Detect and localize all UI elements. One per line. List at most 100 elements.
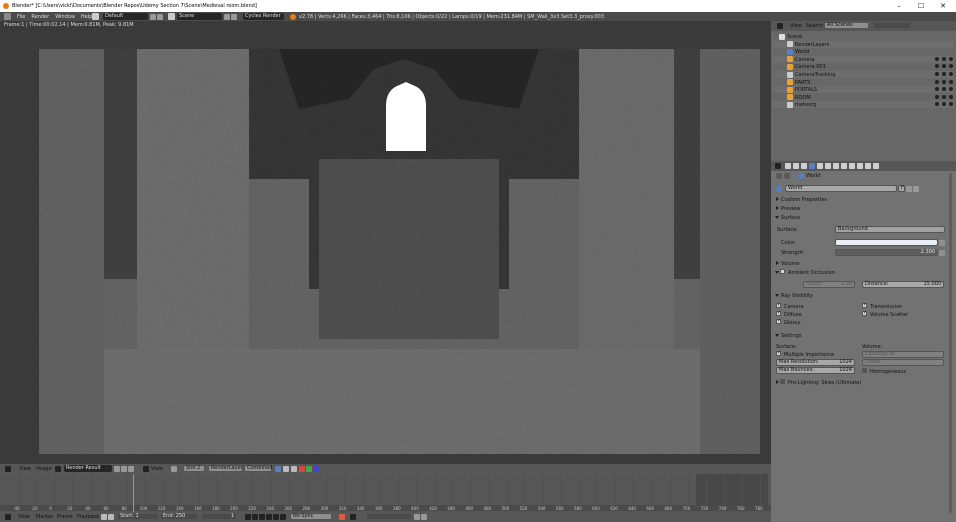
outliner-row[interactable]: Scene [773, 33, 954, 40]
remove-screen-icon[interactable] [157, 14, 163, 20]
volume-sampling-select[interactable]: Equiangular [862, 351, 944, 358]
outliner-row[interactable]: ROOM [773, 94, 954, 101]
delete-keyframe-icon[interactable] [421, 514, 427, 520]
record-icon[interactable] [339, 514, 345, 520]
max-resolution-field[interactable]: Max Resolution: 1024 [776, 359, 855, 366]
ray-glossy-checkbox[interactable]: ✓ [776, 319, 781, 324]
outliner-row[interactable]: PARTS [773, 79, 954, 86]
texture-tab-icon[interactable] [857, 163, 863, 169]
outliner-row[interactable]: PORTALS [773, 86, 954, 94]
add-scene-icon[interactable] [224, 14, 230, 20]
world-name-field[interactable]: World [785, 185, 897, 192]
outliner-menu-view[interactable]: View [790, 23, 802, 29]
display-alpha-icon[interactable] [283, 466, 289, 472]
max-bounces-field[interactable]: Max Bounces: 1024 [776, 367, 855, 374]
scene-select[interactable]: Scene [177, 13, 222, 20]
start-frame-field[interactable]: Start: 1 [117, 513, 159, 520]
image-editor-type-icon[interactable] [5, 466, 11, 472]
menu-file[interactable]: File [14, 14, 28, 20]
pin-context-icon[interactable] [776, 173, 782, 179]
outliner-display-select[interactable]: All Scenes [824, 22, 869, 29]
image-unlink-icon[interactable] [128, 466, 134, 472]
multiple-importance-checkbox[interactable]: ✓ [776, 351, 781, 356]
ray-volume-scatter-checkbox[interactable]: ✓ [862, 311, 867, 316]
panel-ambient-occlusion[interactable]: Ambient Occlusion [788, 270, 835, 276]
lock-range-icon[interactable] [108, 514, 114, 520]
render-camera-icon[interactable] [949, 102, 953, 107]
render-tab-icon[interactable] [785, 163, 791, 169]
timeline-menu-frame[interactable]: Frame [57, 514, 73, 520]
selectable-arrow-icon[interactable] [942, 72, 946, 76]
panel-preview[interactable]: Preview [781, 206, 800, 212]
render-pass-select[interactable]: Combined [244, 465, 272, 472]
view-mode-icon[interactable] [143, 466, 149, 472]
selectable-arrow-icon[interactable] [942, 102, 946, 107]
minimize-button[interactable]: – [888, 0, 910, 12]
remove-scene-icon[interactable] [231, 14, 237, 20]
menu-window[interactable]: Window [52, 14, 78, 20]
image-menu-view[interactable]: View [19, 466, 31, 472]
render-layers-tab-icon[interactable] [793, 163, 799, 169]
pro-lighting-checkbox[interactable] [780, 379, 785, 384]
outliner-menu-search[interactable]: Search [806, 23, 823, 29]
visibility-eye-icon[interactable] [935, 72, 939, 76]
particles-tab-icon[interactable] [865, 163, 871, 169]
add-screen-icon[interactable] [150, 14, 156, 20]
visibility-eye-icon[interactable] [935, 64, 939, 69]
panel-volume[interactable]: Volume [781, 261, 800, 267]
close-button[interactable]: ✕ [932, 0, 954, 12]
ray-transmission-checkbox[interactable]: ✓ [862, 303, 867, 308]
selectable-arrow-icon[interactable] [942, 79, 946, 84]
render-camera-icon[interactable] [949, 79, 953, 84]
outliner-editor-type-icon[interactable] [777, 23, 783, 29]
data-tab-icon[interactable] [841, 163, 847, 169]
prev-key-icon[interactable] [252, 514, 258, 520]
current-frame-field[interactable]: 1 [201, 513, 237, 520]
material-tab-icon[interactable] [849, 163, 855, 169]
timeline-menu-marker[interactable]: Marker [36, 514, 53, 520]
outliner-row[interactable]: Camera [773, 55, 954, 63]
image-new-icon[interactable] [121, 466, 127, 472]
screen-layout-icon[interactable] [92, 13, 99, 20]
ray-diffuse-checkbox[interactable]: ✓ [776, 311, 781, 316]
render-camera-icon[interactable] [949, 87, 953, 92]
maximize-button[interactable]: ☐ [910, 0, 932, 12]
render-result-image[interactable] [39, 49, 760, 454]
ao-factor-field[interactable]: Factor: 1.00 [803, 281, 855, 288]
pin-icon[interactable] [171, 466, 177, 472]
image-fake-user-icon[interactable] [114, 466, 120, 472]
world-fake-user-button[interactable]: F [898, 185, 905, 192]
panel-surface[interactable]: Surface [781, 215, 800, 221]
outliner-row[interactable]: RenderLayers [773, 40, 954, 48]
channel-blue-icon[interactable] [313, 466, 319, 472]
object-tab-icon[interactable] [817, 163, 823, 169]
insert-keyframe-icon[interactable] [414, 514, 420, 520]
selectable-arrow-icon[interactable] [942, 94, 946, 99]
keying-set-icon[interactable] [350, 514, 356, 520]
image-browse-icon[interactable] [55, 466, 61, 472]
outliner-row[interactable]: World [773, 48, 954, 55]
panel-ray-visibility[interactable]: Ray Visibility [781, 293, 813, 299]
render-camera-icon[interactable] [949, 64, 953, 69]
strength-link-icon[interactable] [939, 250, 945, 256]
outliner-row[interactable]: meteorg [773, 101, 954, 109]
ao-distance-field[interactable]: Distance: 15.000 [862, 281, 944, 288]
timeline-playhead[interactable] [133, 474, 134, 512]
timeline-menu-playback[interactable]: Playback [77, 514, 99, 520]
render-camera-icon[interactable] [949, 56, 953, 61]
sync-mode-select[interactable]: No Sync [290, 513, 332, 520]
outliner-row[interactable]: CameraTracking [773, 71, 954, 78]
physics-tab-icon[interactable] [873, 163, 879, 169]
display-rgb-icon[interactable] [275, 466, 281, 472]
sample-icon[interactable] [291, 466, 297, 472]
panel-custom-properties[interactable]: Custom Properties [781, 197, 827, 203]
render-layer-select[interactable]: RenderLayer [208, 465, 243, 472]
constraints-tab-icon[interactable] [825, 163, 831, 169]
image-name-field[interactable]: Render Result [64, 465, 112, 472]
render-engine-select[interactable]: Cycles Render [243, 13, 284, 20]
selectable-arrow-icon[interactable] [942, 87, 946, 92]
ray-camera-checkbox[interactable]: ✓ [776, 303, 781, 308]
timeline-editor-type-icon[interactable] [5, 514, 11, 520]
color-link-icon[interactable] [939, 240, 945, 246]
end-frame-field[interactable]: End: 250 [160, 513, 198, 520]
